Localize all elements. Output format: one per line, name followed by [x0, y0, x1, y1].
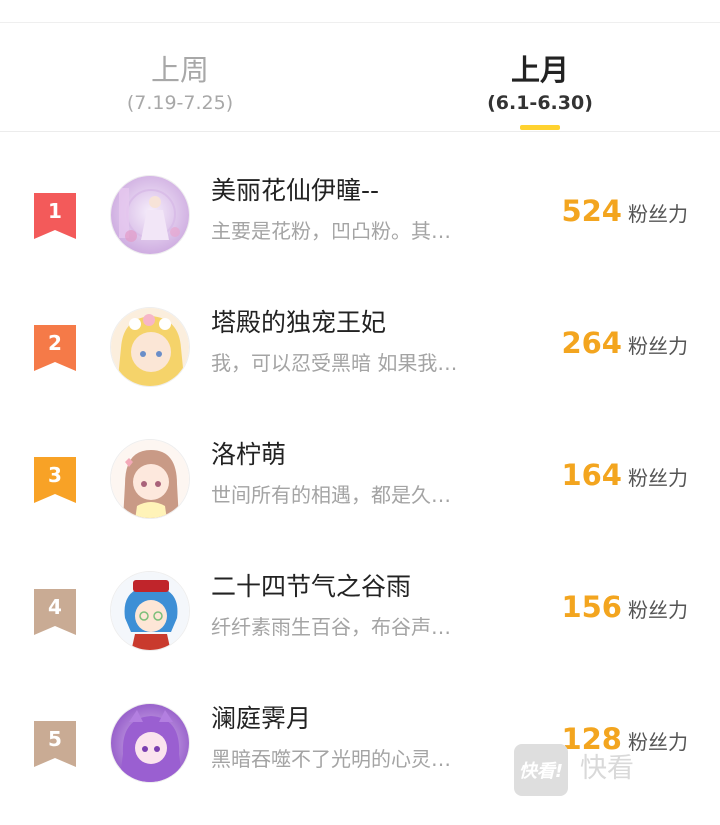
fan-power: 156 粉丝力: [561, 589, 688, 625]
fan-power-value: 264: [561, 326, 622, 360]
user-description: 我，可以忍受黑暗 如果我…: [211, 351, 458, 375]
rank-badge-1: 1: [34, 193, 76, 239]
user-name: 二十四节气之谷雨: [211, 572, 412, 601]
fan-power-unit: 粉丝力: [628, 598, 688, 622]
ranking-row[interactable]: 4 二十四节气之谷雨 纤纤素雨生百谷，布谷声… 156 粉丝力: [0, 561, 720, 693]
tab-last-month[interactable]: 上月 (6.1-6.30): [430, 52, 650, 116]
watermark-logo: 快看!: [514, 744, 568, 796]
ranking-row[interactable]: 1 美丽花仙伊瞳-- 主要是花粉，凹凸粉。其… 524 粉丝力: [0, 165, 720, 297]
avatar[interactable]: [110, 571, 190, 651]
user-name: 澜庭霁月: [211, 704, 312, 733]
rank-number: 5: [48, 727, 62, 751]
fan-power: 264 粉丝力: [561, 325, 688, 361]
user-description: 主要是花粉，凹凸粉。其…: [211, 219, 451, 243]
rank-number: 1: [48, 199, 62, 223]
fan-power: 164 粉丝力: [561, 457, 688, 493]
rank-badge-3: 3: [34, 457, 76, 503]
avatar[interactable]: [110, 703, 190, 783]
fan-power-value: 524: [561, 194, 622, 228]
rank-number: 4: [48, 595, 62, 619]
avatar[interactable]: [110, 439, 190, 519]
active-tab-indicator: [520, 125, 560, 130]
ranking-row[interactable]: 3 洛柠萌 世间所有的相遇，都是久… 164 粉丝力: [0, 429, 720, 561]
fan-power-unit: 粉丝力: [628, 466, 688, 490]
tabs-divider: [0, 131, 720, 132]
top-divider: [0, 22, 720, 23]
rank-badge-4: 4: [34, 589, 76, 635]
fan-power: 524 粉丝力: [561, 193, 688, 229]
fan-power-value: 156: [561, 590, 622, 624]
fan-power-unit: 粉丝力: [628, 202, 688, 226]
user-description: 纤纤素雨生百谷，布谷声…: [211, 615, 451, 639]
fan-power-value: 164: [561, 458, 622, 492]
user-description: 世间所有的相遇，都是久…: [211, 483, 451, 507]
user-name: 洛柠萌: [211, 440, 287, 469]
ranking-row[interactable]: 2 塔殿的独宠王妃 我，可以忍受黑暗 如果我… 264 粉丝力: [0, 297, 720, 429]
user-description: 黑暗吞噬不了光明的心灵…: [211, 747, 451, 771]
watermark-text: 快看: [580, 753, 634, 784]
fan-power-unit: 粉丝力: [628, 334, 688, 358]
avatar[interactable]: [110, 175, 190, 255]
kuaikan-watermark: 快看! 快看: [514, 744, 654, 796]
tab-last-week-range: (7.19-7.25): [126, 92, 234, 114]
tab-last-week[interactable]: 上周 (7.19-7.25): [70, 52, 290, 116]
user-name: 美丽花仙伊瞳--: [211, 176, 380, 205]
rank-number: 2: [48, 331, 62, 355]
rank-badge-2: 2: [34, 325, 76, 371]
user-name: 塔殿的独宠王妃: [211, 308, 387, 337]
tab-last-week-label: 上周: [150, 53, 209, 87]
tab-last-month-label: 上月: [510, 53, 569, 87]
rank-number: 3: [48, 463, 62, 487]
rank-badge-5: 5: [34, 721, 76, 767]
tab-last-month-range: (6.1-6.30): [487, 92, 593, 114]
avatar[interactable]: [110, 307, 190, 387]
watermark-logo-text: 快看!: [518, 761, 564, 782]
